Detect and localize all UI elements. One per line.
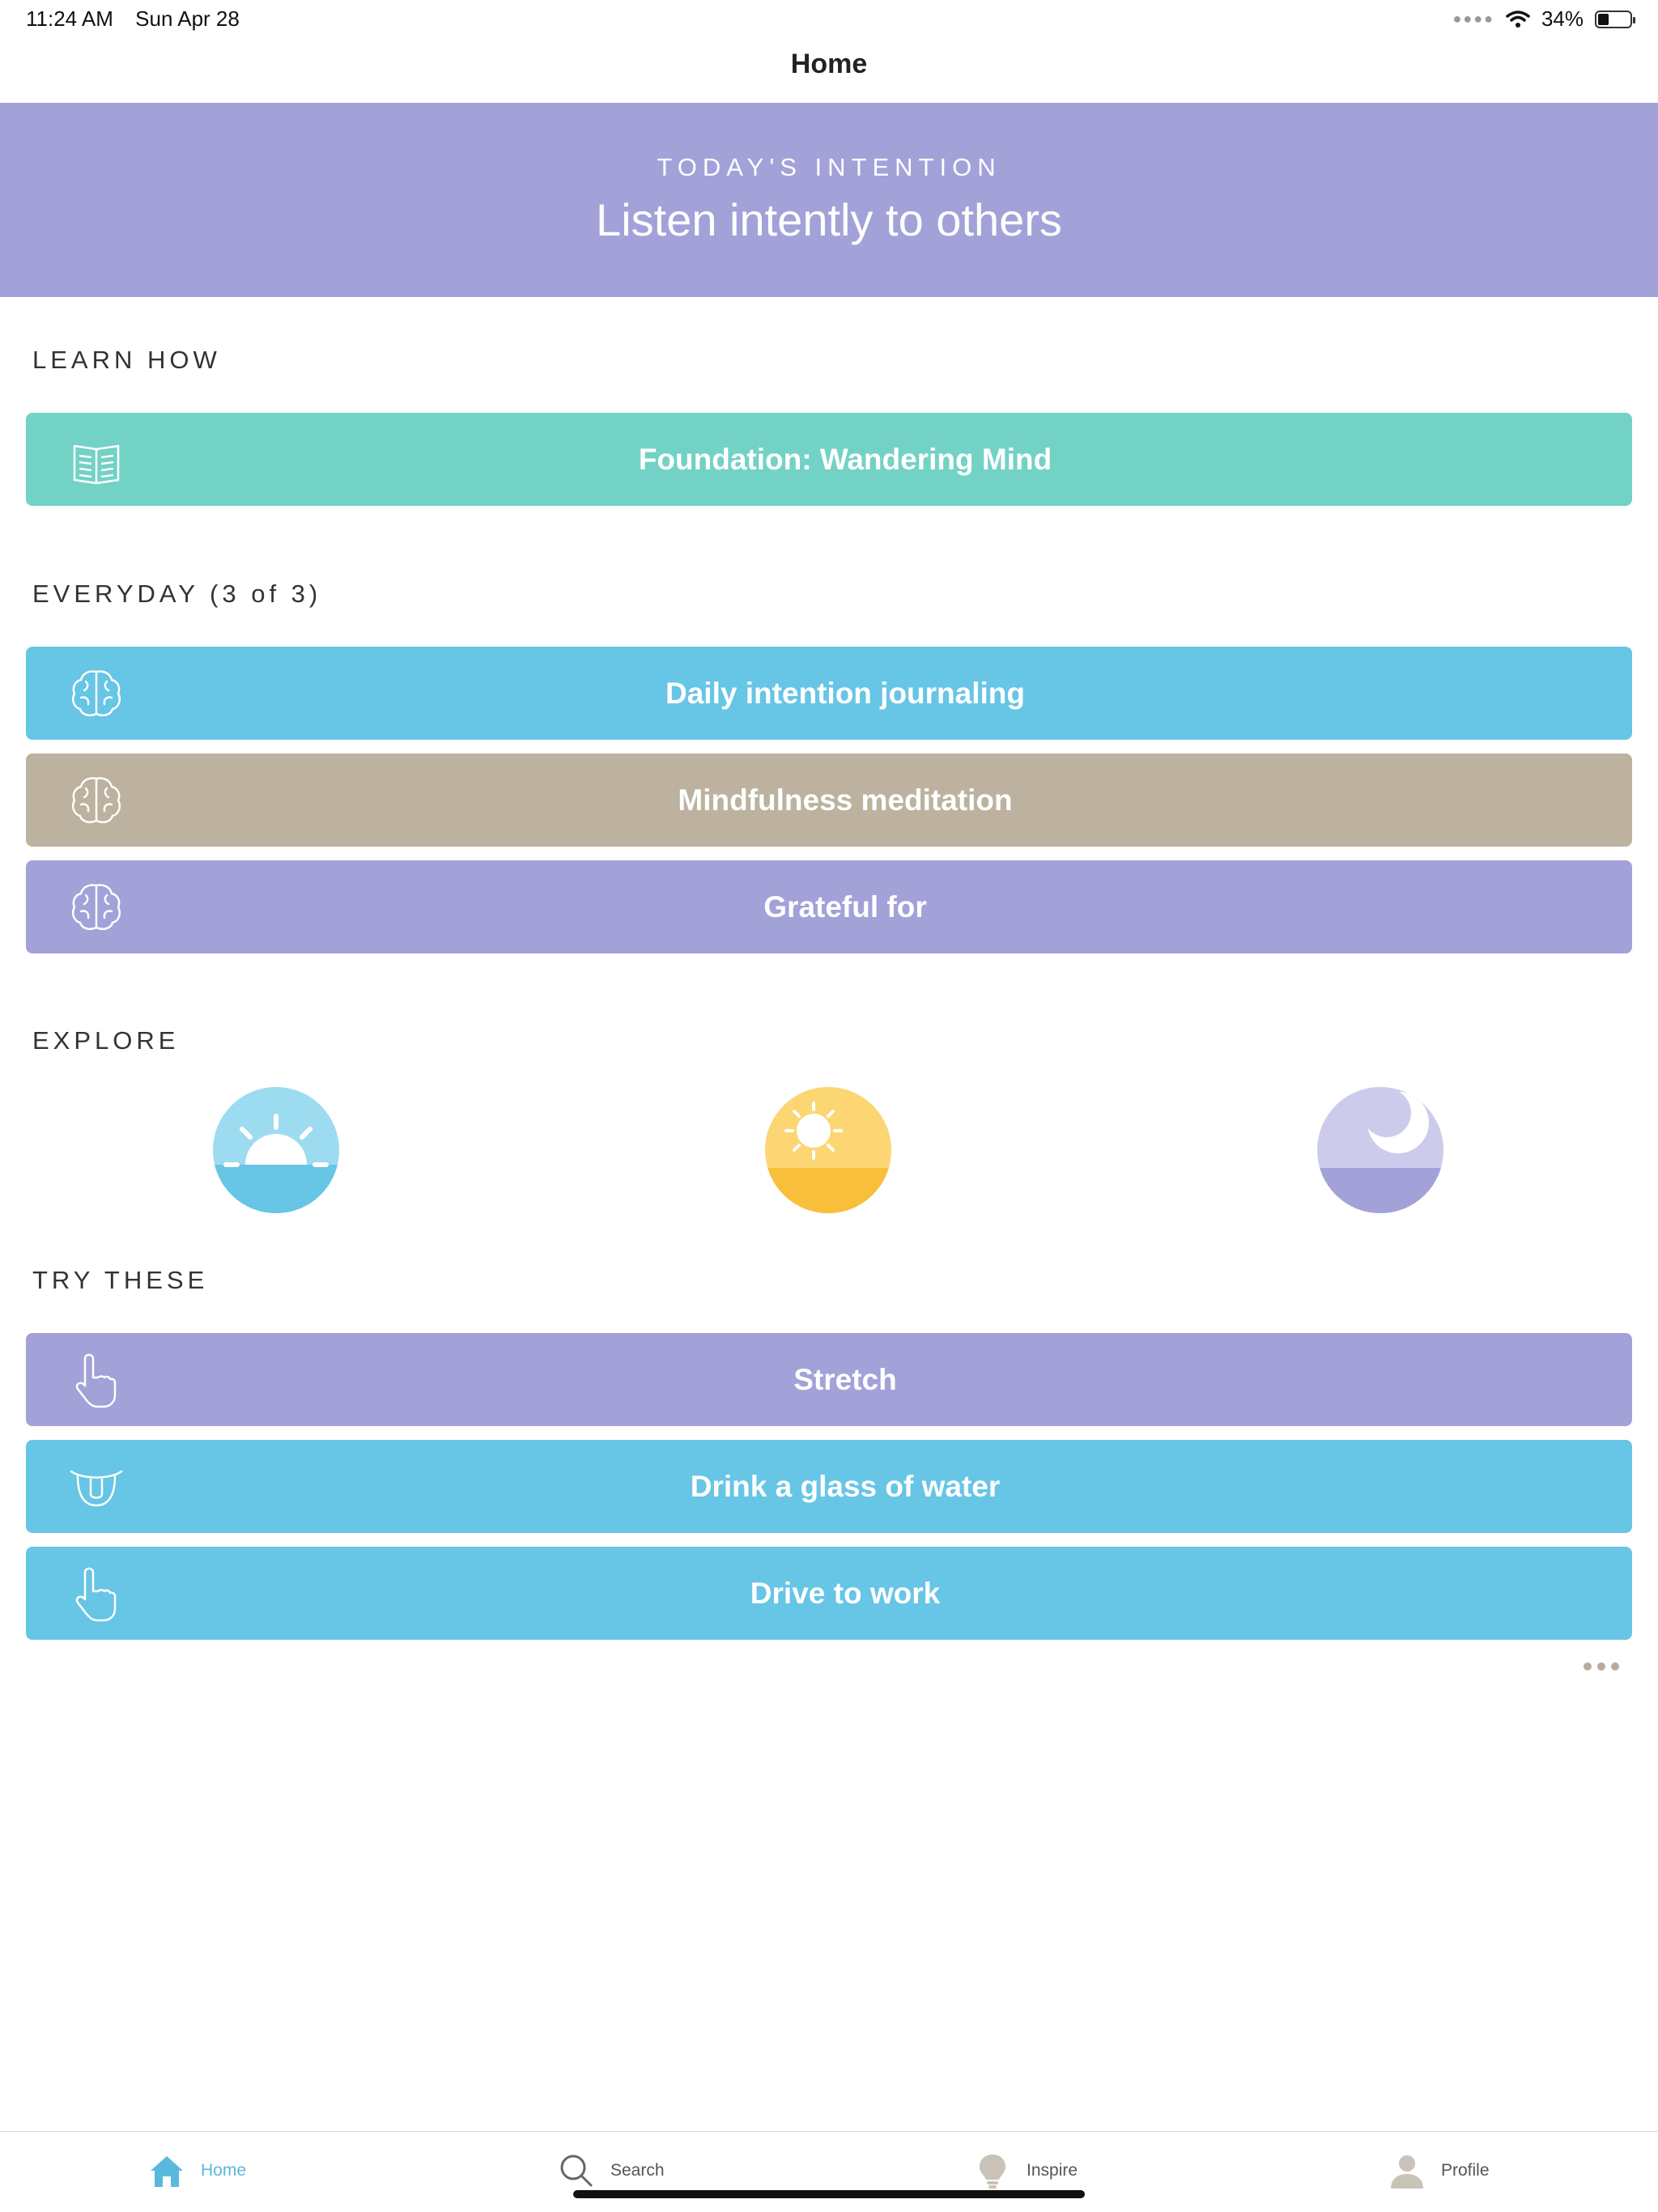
moon-icon xyxy=(1317,1087,1443,1213)
tab-inspire[interactable]: Inspire xyxy=(973,2146,1078,2195)
profile-icon xyxy=(1391,2155,1423,2189)
try-item-label: Drive to work xyxy=(750,1577,941,1610)
status-bar-left: 11:24 AM Sun Apr 28 xyxy=(26,6,256,32)
lightbulb-icon xyxy=(980,2155,1005,2189)
more-options-icon[interactable] xyxy=(1584,1661,1619,1672)
try-item-stretch[interactable]: Stretch xyxy=(26,1333,1632,1426)
section-heading-explore: EXPLORE xyxy=(32,1026,180,1055)
tab-search-label: Search xyxy=(610,2161,665,2180)
section-heading-learn-how: LEARN HOW xyxy=(32,346,221,374)
everyday-item-grateful[interactable]: Grateful for xyxy=(26,860,1632,953)
tab-home[interactable]: Home xyxy=(147,2146,246,2195)
sun-icon xyxy=(765,1087,891,1213)
learn-item-foundation[interactable]: Foundation: Wandering Mind xyxy=(26,413,1632,506)
everyday-item-label: Mindfulness meditation xyxy=(678,783,1013,817)
explore-evening[interactable] xyxy=(1317,1087,1443,1213)
try-item-label: Drink a glass of water xyxy=(690,1470,1001,1503)
everyday-item-label: Grateful for xyxy=(763,890,927,923)
tab-bar: Home Search Inspire Profile xyxy=(0,2131,1658,2212)
everyday-item-label: Daily intention journaling xyxy=(665,677,1025,710)
wifi-icon xyxy=(1506,10,1530,28)
tab-inspire-label: Inspire xyxy=(1027,2161,1078,2180)
learn-item-label: Foundation: Wandering Mind xyxy=(638,443,1052,476)
search-icon xyxy=(560,2155,593,2187)
tab-profile-label: Profile xyxy=(1441,2161,1490,2180)
explore-morning[interactable] xyxy=(213,1087,339,1213)
section-heading-everyday: EVERYDAY (3 of 3) xyxy=(32,580,322,608)
cellular-dots-icon: ●●●● xyxy=(1452,11,1494,27)
everyday-item-meditation[interactable]: Mindfulness meditation xyxy=(26,754,1632,847)
battery-fill xyxy=(1598,13,1609,25)
home-indicator xyxy=(573,2190,1085,2198)
home-icon xyxy=(151,2156,183,2187)
intention-banner[interactable]: TODAY'S INTENTION Listen intently to oth… xyxy=(0,103,1658,297)
try-item-drive[interactable]: Drive to work xyxy=(26,1547,1632,1640)
status-time: 11:24 AM xyxy=(26,6,113,31)
status-bar-right: ●●●● 34% xyxy=(1452,6,1635,32)
tab-profile[interactable]: Profile xyxy=(1388,2146,1490,2195)
battery-percent: 34% xyxy=(1541,6,1584,31)
tab-home-label: Home xyxy=(201,2161,247,2180)
section-heading-try-these: TRY THESE xyxy=(32,1266,209,1294)
intention-kicker: TODAY'S INTENTION xyxy=(657,153,1001,181)
everyday-item-journaling[interactable]: Daily intention journaling xyxy=(26,647,1632,740)
page-title: Home xyxy=(790,49,868,79)
battery-icon xyxy=(1595,10,1635,28)
try-item-water[interactable]: Drink a glass of water xyxy=(26,1440,1632,1533)
status-date: Sun Apr 28 xyxy=(135,6,240,31)
tab-search[interactable]: Search xyxy=(557,2146,665,2195)
try-item-label: Stretch xyxy=(793,1363,897,1396)
explore-midday[interactable] xyxy=(765,1087,891,1213)
intention-text: Listen intently to others xyxy=(596,194,1062,245)
sunrise-icon xyxy=(213,1087,339,1213)
